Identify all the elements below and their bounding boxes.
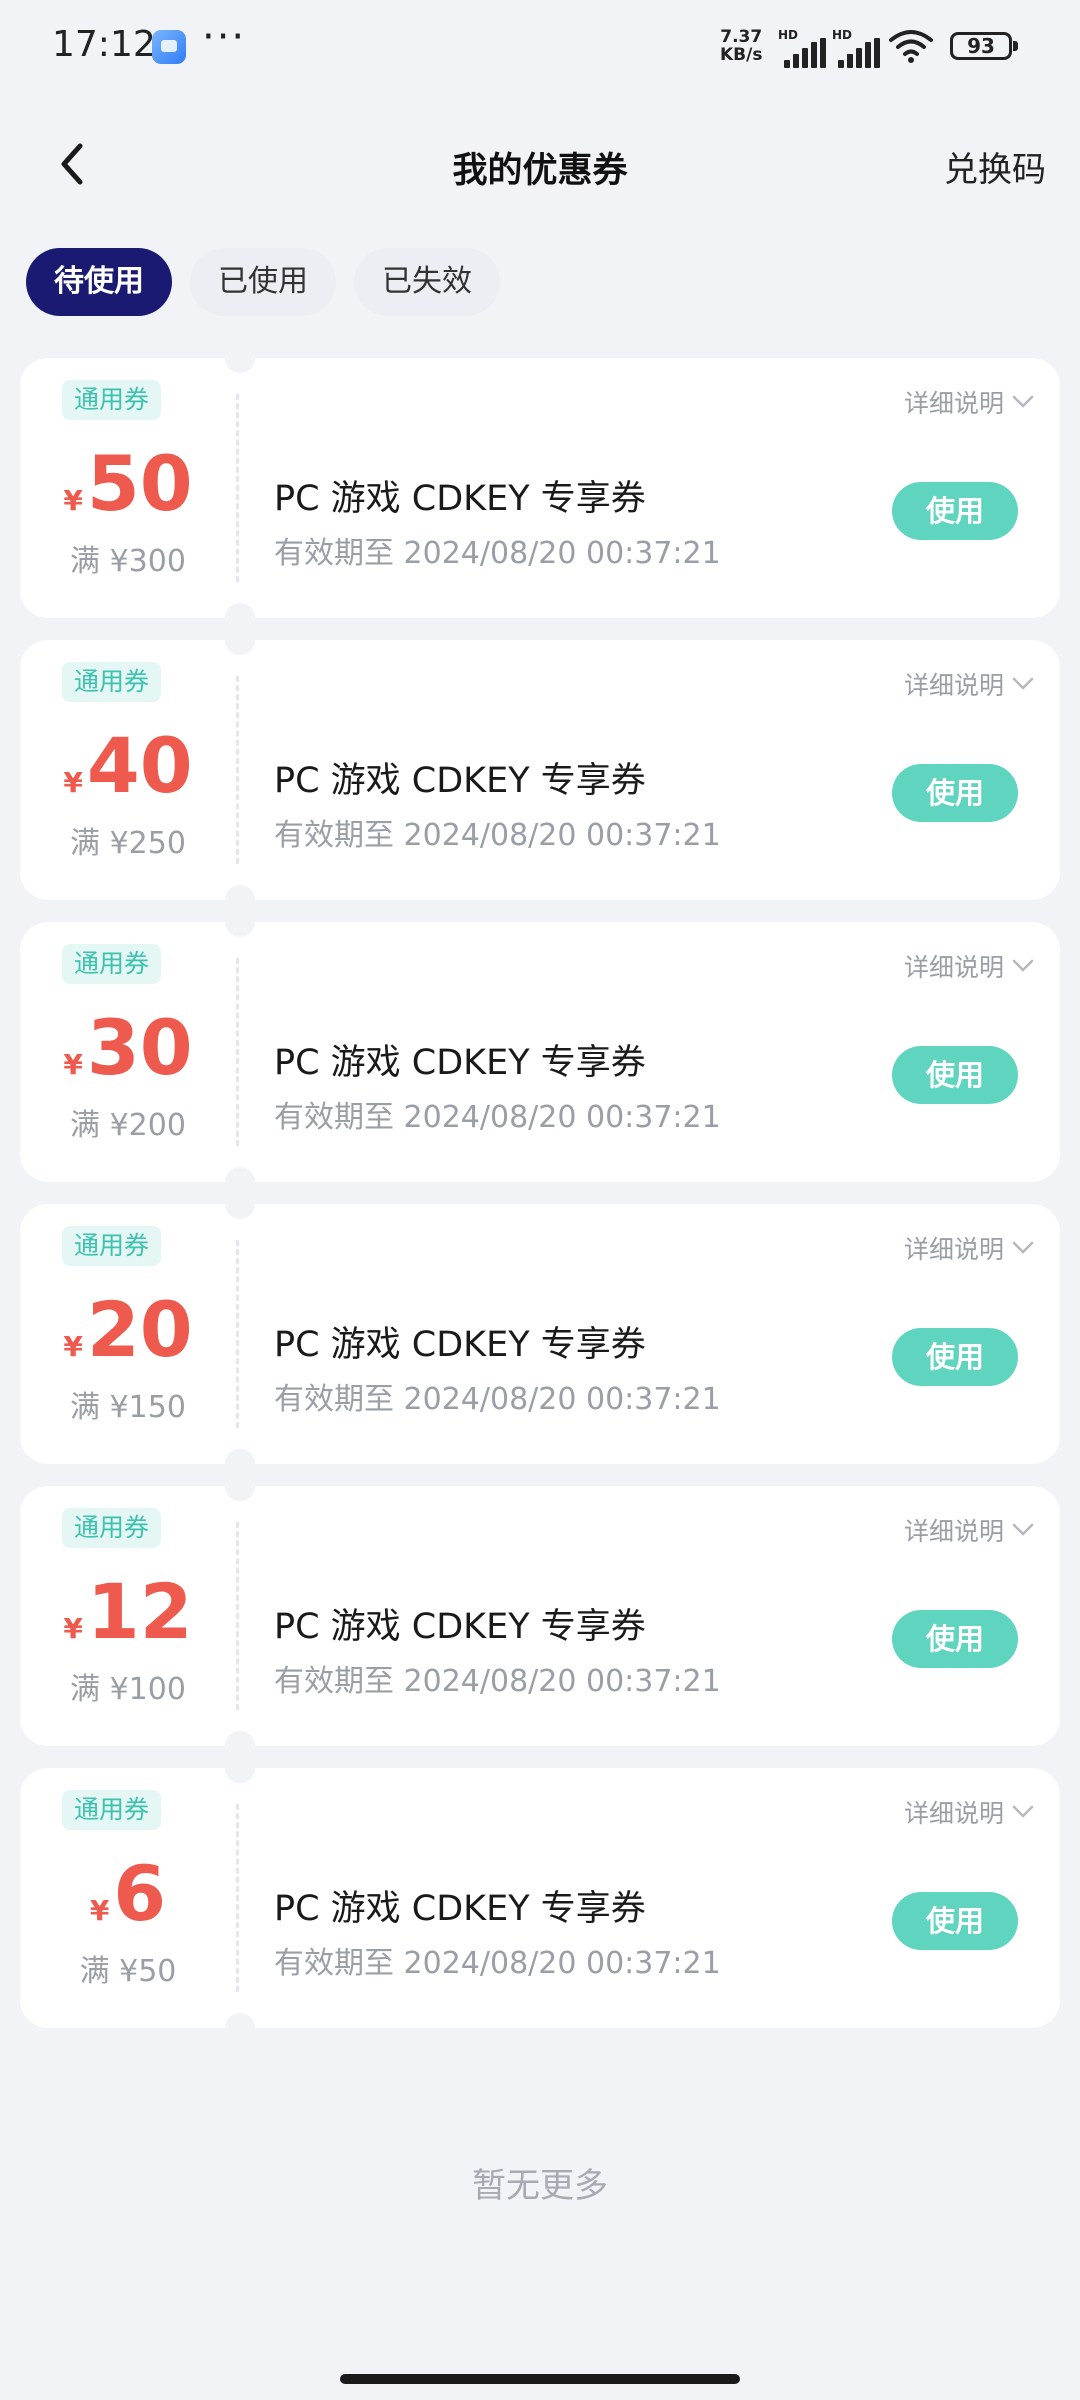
tab-unused[interactable]: 待使用 [26,248,172,316]
coupon-card: 通用券 ¥40 满 ¥250 PC 游戏 CDKEY 专享券 有效期至 2024… [20,625,1060,915]
divider [236,1522,239,1710]
coupon-title: PC 游戏 CDKEY 专享券 [274,1043,646,1083]
coupon-expiry: 有效期至 2024/08/20 00:37:21 [274,818,721,853]
amount-value: 12 [86,1567,193,1656]
coupon-title: PC 游戏 CDKEY 专享券 [274,1325,646,1365]
details-label: 详细说明 [903,1517,1004,1546]
coupon-amount: ¥40 [20,726,236,806]
divider [236,1804,239,1992]
no-more-text: 暂无更多 [472,2166,608,2206]
chevron-down-icon [1012,1241,1034,1254]
coupon-card: 通用券 ¥30 满 ¥200 PC 游戏 CDKEY 专享券 有效期至 2024… [20,907,1060,1197]
coupon-tag: 通用券 [62,1508,162,1548]
currency-symbol: ¥ [89,1894,110,1927]
coupon-threshold: 满 ¥100 [70,1672,186,1707]
home-indicator[interactable] [340,2374,740,2384]
details-label: 详细说明 [903,1235,1004,1264]
coupon-expiry: 有效期至 2024/08/20 00:37:21 [274,1382,721,1417]
use-button[interactable]: 使用 [892,1328,1018,1386]
coupon-amount: ¥50 [20,444,236,524]
chevron-down-icon [1012,1805,1034,1818]
tab-used[interactable]: 已使用 [190,248,336,316]
wifi-icon [889,30,933,63]
more-notifications-icon: ··· [202,14,247,60]
details-label: 详细说明 [903,389,1004,418]
coupon-card: 通用券 ¥12 满 ¥100 PC 游戏 CDKEY 专享券 有效期至 2024… [20,1471,1060,1761]
currency-symbol: ¥ [63,1330,83,1363]
use-button[interactable]: 使用 [892,764,1018,822]
coupon-tag: 通用券 [62,944,162,984]
coupon-amount: ¥30 [20,1008,236,1088]
network-speed-unit: KB/s [720,45,763,65]
currency-symbol: ¥ [63,484,83,517]
chevron-down-icon [1012,395,1034,408]
amount-value: 40 [86,721,193,810]
status-bar: 17:12 ··· 7.37 KB/s HD HD 93 [0,0,1080,96]
details-toggle[interactable]: 详细说明 [904,384,1034,420]
coupon-threshold: 满 ¥200 [70,1108,186,1143]
coupon-threshold: 满 ¥50 [79,1954,177,1989]
use-button[interactable]: 使用 [892,482,1018,540]
battery-icon: 93 [950,32,1018,60]
header: 我的优惠券 兑换码 [0,110,1080,220]
amount-value: 50 [86,439,193,528]
coupon-card: 通用券 ¥50 满 ¥300 PC 游戏 CDKEY 专享券 有效期至 2024… [20,343,1060,633]
divider [236,958,239,1146]
chevron-down-icon [1012,959,1034,972]
page-title: 我的优惠券 [452,151,628,191]
currency-symbol: ¥ [63,1612,83,1645]
coupon-expiry: 有效期至 2024/08/20 00:37:21 [274,1664,721,1699]
details-label: 详细说明 [903,1799,1004,1828]
coupon-title: PC 游戏 CDKEY 专享券 [274,479,646,519]
details-toggle[interactable]: 详细说明 [904,948,1034,984]
coupon-tag: 通用券 [62,1790,162,1830]
coupon-card: 通用券 ¥20 满 ¥150 PC 游戏 CDKEY 专享券 有效期至 2024… [20,1189,1060,1479]
amount-value: 30 [86,1003,193,1092]
status-time: 17:12 [52,24,156,65]
coupon-amount: ¥12 [20,1572,236,1652]
coupon-tag: 通用券 [62,662,162,702]
use-button[interactable]: 使用 [892,1610,1018,1668]
redeem-code-button[interactable]: 兑换码 [944,142,1046,191]
coupon-title: PC 游戏 CDKEY 专享券 [274,761,646,801]
network-speed: 7.37 KB/s [720,28,762,64]
coupon-expiry: 有效期至 2024/08/20 00:37:21 [274,1100,721,1135]
use-button[interactable]: 使用 [892,1892,1018,1950]
divider [236,394,239,582]
coupon-amount: ¥20 [20,1290,236,1370]
coupon-amount: ¥6 [20,1854,236,1934]
coupon-card: 通用券 ¥6 满 ¥50 PC 游戏 CDKEY 专享券 有效期至 2024/0… [20,1753,1060,2043]
app-icon [152,30,186,64]
details-toggle[interactable]: 详细说明 [904,1512,1034,1548]
chevron-down-icon [1012,677,1034,690]
network-speed-value: 7.37 [720,27,763,47]
details-toggle[interactable]: 详细说明 [904,1230,1034,1266]
coupon-expiry: 有效期至 2024/08/20 00:37:21 [274,536,721,571]
use-button[interactable]: 使用 [892,1046,1018,1104]
coupon-tag: 通用券 [62,380,162,420]
amount-value: 6 [113,1849,167,1938]
divider [236,676,239,864]
details-label: 详细说明 [903,953,1004,982]
details-label: 详细说明 [903,671,1004,700]
coupon-expiry: 有效期至 2024/08/20 00:37:21 [274,1946,721,1981]
details-toggle[interactable]: 详细说明 [904,666,1034,702]
coupon-title: PC 游戏 CDKEY 专享券 [274,1607,646,1647]
tabs: 待使用 已使用 已失效 [26,248,500,316]
coupon-threshold: 满 ¥150 [70,1390,186,1425]
divider [236,1240,239,1428]
chevron-down-icon [1012,1523,1034,1536]
coupon-threshold: 满 ¥300 [70,544,186,579]
tab-expired[interactable]: 已失效 [354,248,500,316]
details-toggle[interactable]: 详细说明 [904,1794,1034,1830]
coupon-list: 通用券 ¥50 满 ¥300 PC 游戏 CDKEY 专享券 有效期至 2024… [20,343,1060,2050]
currency-symbol: ¥ [63,1048,83,1081]
coupon-title: PC 游戏 CDKEY 专享券 [274,1889,646,1929]
coupon-tag: 通用券 [62,1226,162,1266]
coupon-threshold: 满 ¥250 [70,826,186,861]
currency-symbol: ¥ [63,766,83,799]
amount-value: 20 [86,1285,193,1374]
